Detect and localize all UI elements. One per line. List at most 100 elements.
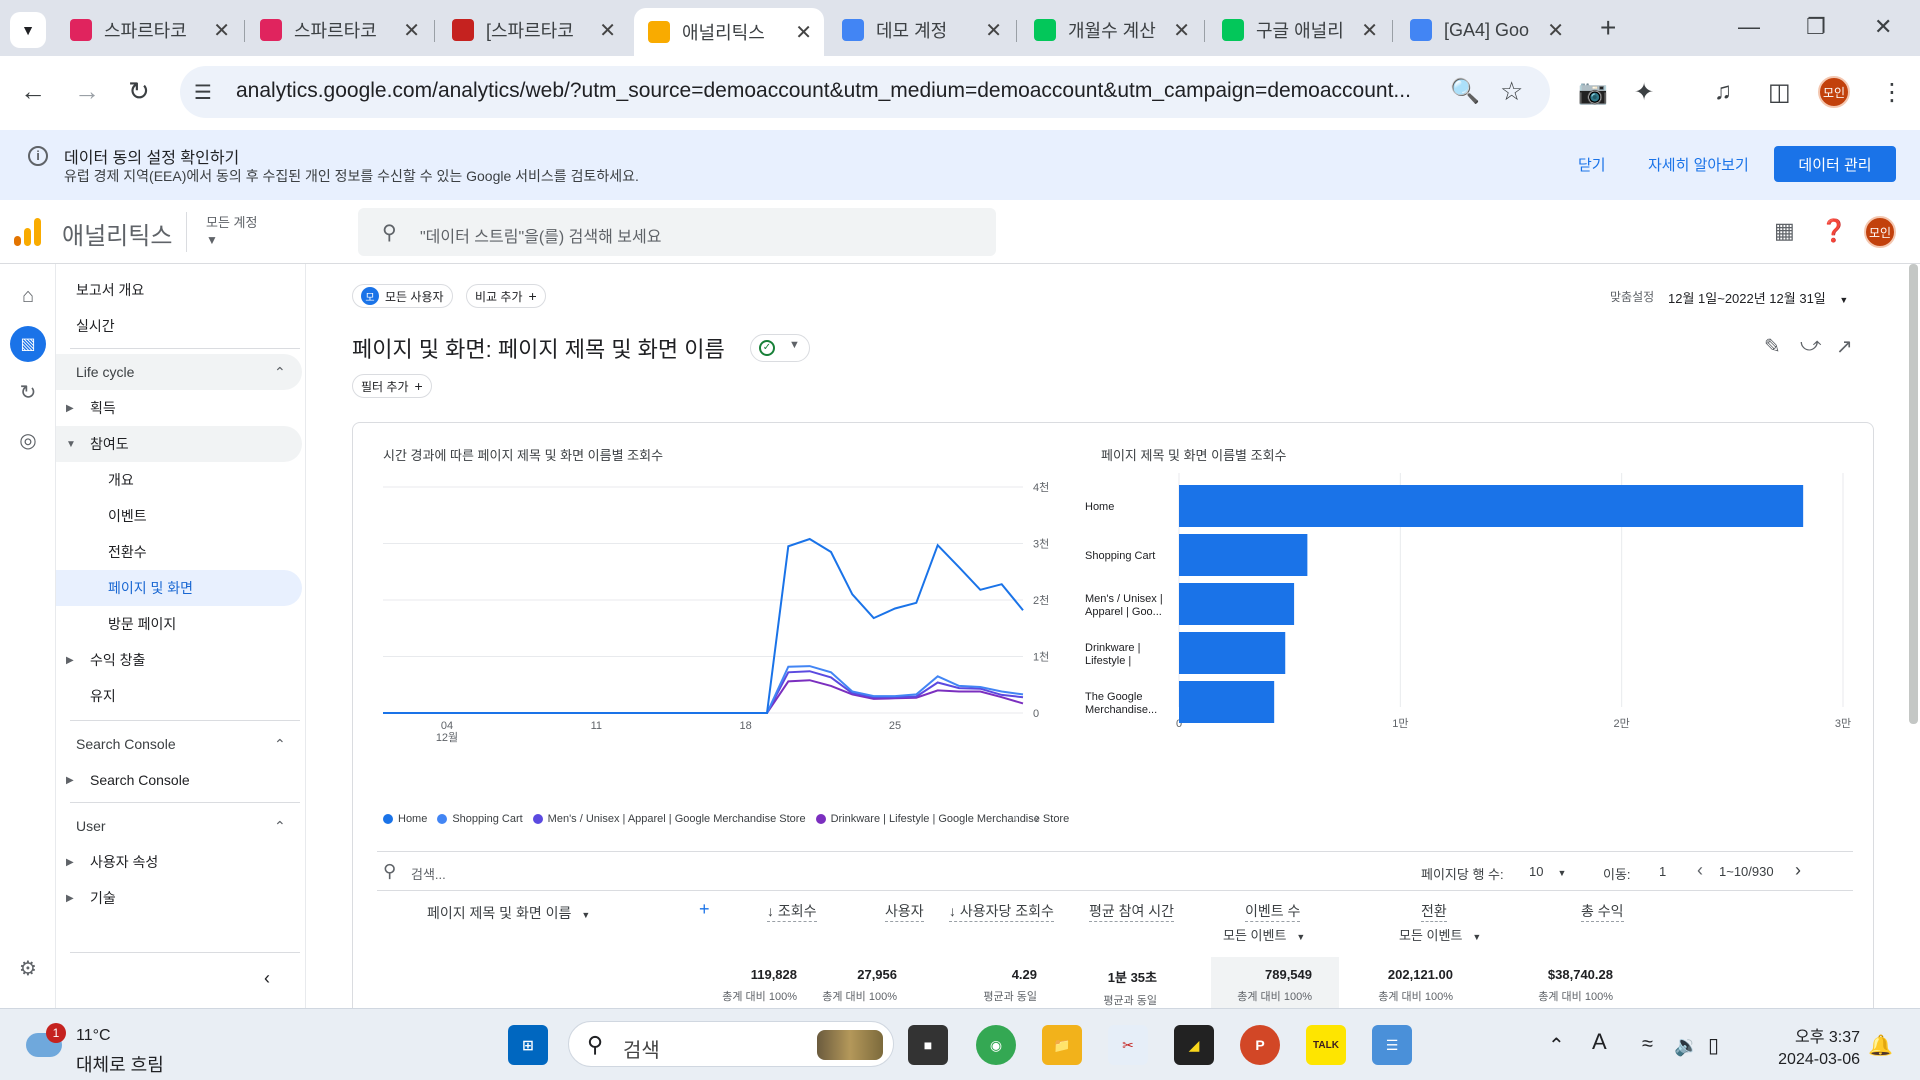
home-icon[interactable]: ⌂ [14,282,42,310]
legend-item[interactable]: Shopping Cart [437,813,523,825]
col-conversions[interactable]: 전환 [1421,901,1447,922]
bar[interactable] [1179,534,1308,576]
add-comparison-chip[interactable]: 비교 추가 + [466,284,546,308]
collapse-nav-icon[interactable]: ‹ [264,968,270,989]
address-bar[interactable]: ☰ analytics.google.com/analytics/web/?ut… [180,66,1550,118]
bar[interactable] [1179,485,1804,527]
legend-item[interactable]: Men's / Unisex | Apparel | Google Mercha… [532,813,806,825]
col-total-revenue[interactable]: 총 수익 [1581,901,1624,922]
close-tab-icon[interactable]: ✕ [403,18,420,43]
admin-gear-icon[interactable]: ⚙ [14,954,42,982]
wifi-icon[interactable]: ≈ [1642,1033,1653,1056]
forward-icon[interactable]: → [74,76,100,107]
close-tab-icon[interactable]: ✕ [213,18,230,43]
prev-page-icon[interactable]: ‹ [1697,860,1703,881]
show-hidden-icons-chevron-icon[interactable]: ⌃ [1548,1033,1565,1058]
nav-report-overview[interactable]: 보고서 개요 [56,272,302,308]
share-icon[interactable]: ⤻ [1800,334,1821,357]
reports-icon[interactable]: ▧ [10,326,46,362]
learn-more-link[interactable]: 자세히 알아보기 [1648,154,1749,175]
col-event-count[interactable]: 이벤트 수 [1245,901,1301,922]
customize-report-icon[interactable]: ✎ [1764,334,1781,359]
col-views-per-user[interactable]: ↓ 사용자당 조회수 [949,901,1054,922]
bar[interactable] [1179,583,1295,625]
nav-engagement-overview[interactable]: 개요 [56,462,302,498]
snipping-tool-icon[interactable]: ✂ [1108,1025,1148,1065]
ime-indicator[interactable]: A [1592,1029,1607,1055]
close-window-icon[interactable]: ✕ [1874,14,1892,40]
side-panel-icon[interactable]: ◫ [1768,78,1791,107]
url-text[interactable]: analytics.google.com/analytics/web/?utm_… [236,79,1436,103]
nav-acquisition[interactable]: ▶ 획득 [56,390,302,426]
browser-tab[interactable]: 구글 애널리 ✕ [1208,8,1390,52]
back-icon[interactable]: ← [20,76,46,107]
report-status-dropdown[interactable]: ✓ ▼ [750,334,810,362]
close-tab-icon[interactable]: ✕ [599,18,616,43]
nav-search-console-section[interactable]: Search Console ⌃ [56,726,302,762]
browser-tab[interactable]: 스파르타코 ✕ [56,8,242,52]
new-tab-button[interactable]: + [1600,12,1616,44]
legend-item[interactable]: Home [383,813,427,825]
series-line-2[interactable] [383,670,1024,714]
close-tab-icon[interactable]: ✕ [1361,18,1378,43]
add-dimension-plus-icon[interactable]: + [699,899,710,920]
segment-chip[interactable]: 모 모든 사용자 [352,284,453,308]
nav-monetization[interactable]: ▶ 수익 창출 [56,642,302,678]
series-line-0[interactable] [383,537,1024,714]
nav-tech[interactable]: ▶ 기술 [56,880,302,916]
close-tab-icon[interactable]: ✕ [1547,18,1564,43]
apps-grid-icon[interactable]: ▦ [1774,218,1795,244]
tab-search-button[interactable]: ▼ [10,12,46,48]
notepad-icon[interactable]: ☰ [1372,1025,1412,1065]
consent-close-link[interactable]: 닫기 [1578,154,1606,175]
close-tab-icon[interactable]: ✕ [795,20,812,45]
col-avg-engagement[interactable]: 평균 참여 시간 [1089,901,1175,922]
advertising-icon[interactable]: ◎ [14,426,42,454]
nav-engagement[interactable]: ▼ 참여도 [56,426,302,462]
profile-avatar[interactable]: 모인 [1818,76,1850,108]
minimize-icon[interactable]: — [1738,14,1760,40]
manage-data-button[interactable]: 데이터 관리 [1774,146,1896,182]
browser-tab[interactable]: 스파르타코 ✕ [246,8,432,52]
battery-icon[interactable]: ▯ [1708,1033,1719,1058]
help-icon[interactable]: ❓ [1820,218,1847,244]
legend-next-icon[interactable]: › [1035,809,1040,825]
kakaotalk-icon[interactable]: TALK [1306,1025,1346,1065]
nav-user-attributes[interactable]: ▶ 사용자 속성 [56,844,302,880]
goto-input[interactable]: 1 [1659,864,1666,879]
google-analytics-logo-icon[interactable] [14,218,42,246]
nav-user-section[interactable]: User ⌃ [56,808,302,844]
nav-events[interactable]: 이벤트 [56,498,302,534]
windows-start-icon[interactable]: ⊞ [508,1025,548,1065]
legend-prev-icon[interactable]: ‹ [1013,809,1018,825]
close-tab-icon[interactable]: ✕ [1173,18,1190,43]
browser-tab[interactable]: 데모 계정 ✕ [828,8,1014,52]
ga-search-box[interactable]: ⚲ "데이터 스트림"을(를) 검색해 보세요 [358,208,996,256]
rows-per-page-select[interactable]: 10 ▼ [1529,864,1566,879]
bar[interactable] [1179,681,1275,723]
col-users[interactable]: 사용자 [885,901,924,922]
reload-icon[interactable]: ↻ [128,76,150,107]
browser-tab[interactable]: [GA4] Goo ✕ [1396,8,1576,52]
legend-item[interactable]: Drinkware | Lifestyle | Google Merchandi… [815,813,1069,825]
account-selector[interactable]: 모든 계정 ▼ [206,212,257,247]
insights-icon[interactable]: ↗ [1836,334,1853,359]
site-info-icon[interactable]: ☰ [194,80,212,105]
browser-tab[interactable]: 개월수 계산 ✕ [1020,8,1202,52]
browser-tab[interactable]: 애널리틱스 ✕ [634,8,824,56]
restore-icon[interactable]: ❐ [1806,14,1826,40]
file-explorer-icon[interactable]: 📁 [1042,1025,1082,1065]
page-scrollbar[interactable] [1909,264,1918,724]
col-views[interactable]: ↓ 조회수 [767,901,817,922]
event-count-filter[interactable]: 모든 이벤트 ▼ [1223,925,1305,944]
browser-tab[interactable]: [스파르타코 ✕ [438,8,628,52]
sticky-notes-icon[interactable]: ◢ [1174,1025,1214,1065]
media-control-icon[interactable]: ♫ [1714,78,1732,106]
nav-landing-page[interactable]: 방문 페이지 [56,606,302,642]
account-avatar[interactable]: 모인 [1864,216,1896,248]
nav-realtime[interactable]: 실시간 [56,308,302,344]
notification-bell-icon[interactable]: 🔔 [1868,1033,1893,1058]
task-view-icon[interactable]: ■ [908,1025,948,1065]
taskbar-search[interactable]: ⚲ 검색 [568,1021,894,1067]
date-range-picker[interactable]: 12월 1일~2022년 12월 31일 ▼ [1668,288,1848,307]
